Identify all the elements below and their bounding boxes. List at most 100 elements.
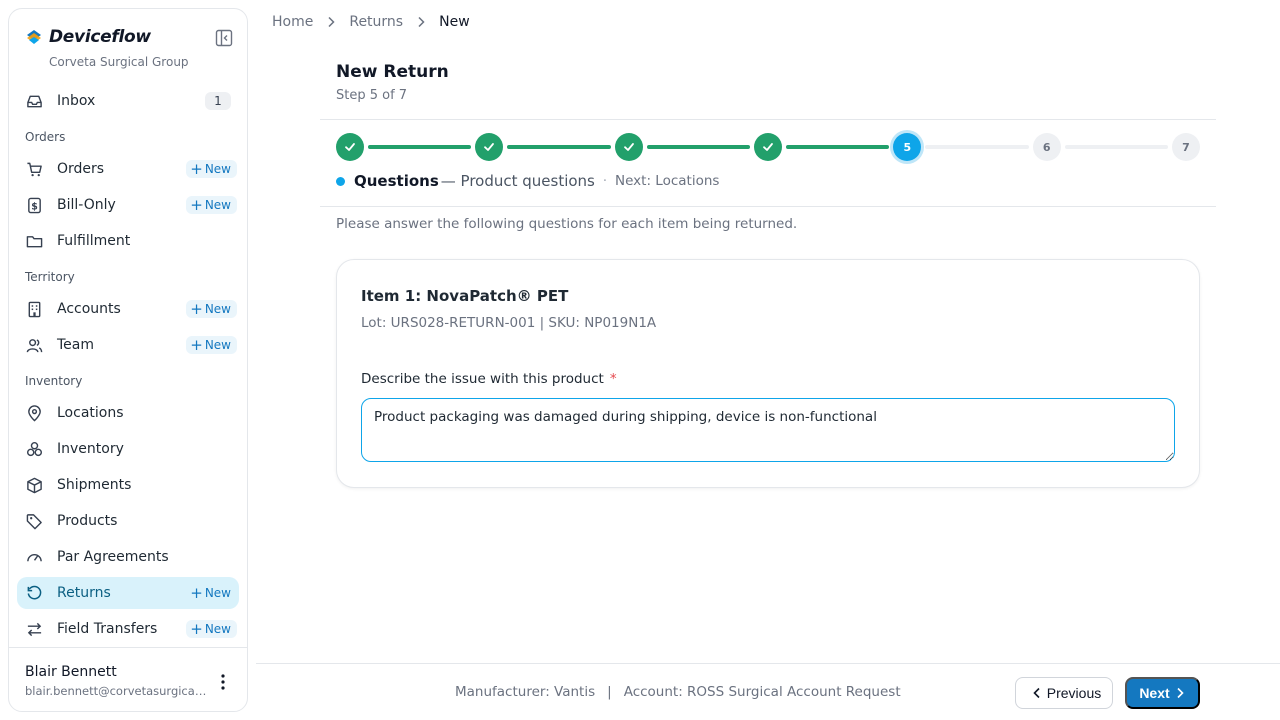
- chevron-right-icon: [327, 16, 335, 28]
- instructions-text: Please answer the following questions fo…: [336, 216, 798, 232]
- package-icon: [25, 476, 43, 494]
- step-connector: [368, 145, 472, 149]
- tag-icon: [25, 512, 43, 530]
- building-icon: [25, 300, 43, 318]
- users-icon: [25, 336, 43, 354]
- brand-name: Deviceflow: [49, 27, 151, 47]
- plus-icon: +: [190, 335, 203, 354]
- returns-new-button[interactable]: + New: [186, 584, 237, 602]
- next-step-label: Next: Locations: [615, 173, 720, 189]
- section-label-orders: Orders: [25, 130, 66, 144]
- sidebar-item-label: Accounts: [57, 301, 121, 317]
- sidebar-item-locations[interactable]: Locations: [17, 397, 239, 429]
- new-label: New: [204, 198, 231, 212]
- orders-new-button[interactable]: + New: [186, 160, 237, 178]
- sidebar-item-team[interactable]: Team + New: [17, 329, 239, 361]
- chevron-left-icon: [1033, 687, 1041, 699]
- inbox-count-badge: 1: [205, 92, 231, 110]
- accounts-new-button[interactable]: + New: [186, 300, 237, 318]
- issue-field-label: Describe the issue with this product *: [361, 371, 617, 387]
- bill-only-new-button[interactable]: + New: [186, 196, 237, 214]
- sidebar-item-accounts[interactable]: Accounts + New: [17, 293, 239, 325]
- sidebar-item-label: Field Transfers: [57, 621, 158, 637]
- sidebar: Deviceflow Corveta Surgical Group Inbox …: [8, 8, 248, 712]
- section-label-territory: Territory: [25, 270, 75, 284]
- sidebar-item-fulfillment[interactable]: Fulfillment: [17, 225, 239, 257]
- org-name: Corveta Surgical Group: [49, 55, 189, 69]
- sidebar-item-bill-only[interactable]: $ Bill-Only + New: [17, 189, 239, 221]
- item-card: Item 1: NovaPatch® PET Lot: URS028-RETUR…: [336, 259, 1200, 488]
- step-3[interactable]: [614, 133, 643, 161]
- svg-text:$: $: [31, 201, 38, 212]
- sidebar-item-label: Products: [57, 513, 118, 529]
- brand[interactable]: Deviceflow: [25, 27, 151, 47]
- sidebar-item-label: Par Agreements: [57, 549, 169, 565]
- team-new-button[interactable]: + New: [186, 336, 237, 354]
- next-label: Next: [1139, 685, 1170, 701]
- plus-icon: +: [190, 159, 203, 178]
- sidebar-item-inventory[interactable]: Inventory: [17, 433, 239, 465]
- dollar-receipt-icon: $: [25, 196, 43, 214]
- user-profile: Blair Bennett blair.bennett@corvetasurgi…: [9, 647, 247, 711]
- sidebar-collapse-icon[interactable]: [215, 29, 233, 47]
- breadcrumb-returns[interactable]: Returns: [349, 14, 403, 30]
- previous-label: Previous: [1046, 685, 1102, 701]
- new-label: New: [204, 586, 231, 600]
- sidebar-item-products[interactable]: Products: [17, 505, 239, 537]
- breadcrumb-current: New: [439, 14, 470, 30]
- sidebar-item-returns[interactable]: Returns + New: [17, 577, 239, 609]
- sidebar-item-shipments[interactable]: Shipments: [17, 469, 239, 501]
- sidebar-item-label: Returns: [57, 585, 111, 601]
- page-title: New Return: [336, 62, 449, 82]
- sidebar-item-label: Fulfillment: [57, 233, 131, 249]
- chevron-right-icon: [417, 16, 425, 28]
- plus-icon: +: [190, 583, 203, 602]
- check-icon: [484, 143, 495, 151]
- current-step-name: Questions: [354, 172, 439, 190]
- step-7: 7: [1172, 133, 1200, 161]
- step-1[interactable]: [336, 133, 364, 161]
- cart-icon: [25, 160, 43, 178]
- sidebar-item-inbox[interactable]: Inbox 1: [17, 85, 239, 117]
- sidebar-item-label: Inbox: [57, 93, 96, 109]
- breadcrumb: Home Returns New: [272, 14, 470, 30]
- check-icon: [763, 143, 773, 151]
- more-vertical-icon[interactable]: [213, 672, 233, 692]
- breadcrumb-home[interactable]: Home: [272, 14, 313, 30]
- arrows-exchange-icon: [25, 620, 43, 638]
- plus-icon: +: [190, 299, 203, 318]
- step-4[interactable]: [754, 133, 782, 161]
- sidebar-item-label: Shipments: [57, 477, 132, 493]
- step-separator: ·: [602, 173, 608, 189]
- sidebar-item-label: Team: [57, 337, 95, 353]
- check-icon: [345, 143, 355, 151]
- new-label: New: [204, 162, 231, 176]
- field-transfers-new-button[interactable]: + New: [186, 620, 237, 638]
- chevron-right-icon: [1176, 687, 1184, 699]
- inbox-icon: [25, 92, 43, 110]
- footer-bar: Manufacturer: Vantis | Account: ROSS Surgi…: [256, 663, 1280, 720]
- step-6: 6: [1032, 133, 1061, 161]
- plus-icon: +: [190, 195, 203, 214]
- footer-context: Manufacturer: Vantis | Account: ROSS Surgi…: [455, 684, 901, 700]
- current-step-dot: [336, 176, 345, 186]
- sidebar-item-par-agreements[interactable]: Par Agreements: [17, 541, 239, 573]
- gauge-icon: [25, 548, 43, 566]
- sidebar-item-label: Orders: [57, 161, 105, 177]
- previous-button[interactable]: Previous: [1015, 677, 1113, 709]
- issue-label-text: Describe the issue with this product: [361, 371, 604, 387]
- sidebar-item-orders[interactable]: Orders + New: [17, 153, 239, 185]
- new-label: New: [204, 302, 231, 316]
- issue-description-textarea[interactable]: Product packaging was damaged during shi…: [361, 398, 1175, 462]
- step-connector: [925, 145, 1029, 149]
- boxes-icon: [25, 440, 43, 458]
- item-title: Item 1: NovaPatch® PET: [361, 287, 569, 305]
- account-info: Account: ROSS Surgical Account Request: [623, 684, 901, 700]
- current-step-description: — Product questions: [440, 172, 595, 190]
- next-button[interactable]: Next: [1125, 677, 1200, 709]
- deviceflow-logo-icon: [27, 30, 41, 44]
- step-2[interactable]: [475, 133, 504, 161]
- step-count: Step 5 of 7: [336, 88, 408, 103]
- step-connector: [507, 145, 611, 149]
- sidebar-item-field-transfers[interactable]: Field Transfers + New: [17, 613, 239, 645]
